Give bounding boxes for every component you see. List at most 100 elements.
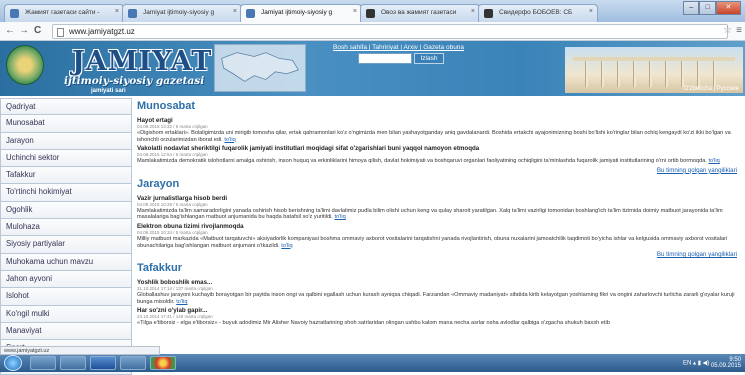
- article-item: Vakolatli nodavlat sheriktilgi fuqarolik…: [137, 145, 741, 165]
- site-logo-title[interactable]: JAMIYAT: [72, 46, 212, 77]
- clock[interactable]: 9:50 05.09.2015: [711, 357, 741, 369]
- article-body: Globallashuv jarayoni kuchayib borayotga…: [137, 292, 741, 305]
- sidebar-item-siyosiy-partiyalar[interactable]: Siyosiy partiyalar: [0, 236, 132, 254]
- article-text: «Tilga e'tiborsiz - elga e'tiborsiz» - b…: [137, 320, 610, 327]
- article-text: Mamlakatimizda demokratik islohotlarni a…: [137, 158, 707, 165]
- read-more-link[interactable]: to'liq: [281, 243, 292, 249]
- file-manager-icon[interactable]: [120, 356, 146, 370]
- forward-button[interactable]: →: [19, 25, 29, 37]
- search-input[interactable]: [358, 53, 412, 64]
- sidebar-item-tafakkur[interactable]: Tafakkur: [0, 167, 132, 185]
- sidebar-item-jarayon[interactable]: Jarayon: [0, 132, 132, 150]
- close-tab-icon[interactable]: ×: [233, 8, 237, 15]
- section-more-link[interactable]: Bu timning qolgan yangiliklari: [137, 167, 737, 174]
- language-indicator[interactable]: EN: [683, 361, 691, 367]
- close-window-icon[interactable]: ✕: [715, 1, 741, 15]
- read-more-link[interactable]: to'liq: [176, 299, 187, 305]
- tab-label: Jamiyat ijtimoiy-siyosiy g: [261, 9, 333, 16]
- windows-taskbar: EN ▴ ▮ ◀) 9:50 05.09.2015: [0, 354, 745, 372]
- browser-tab-active[interactable]: Jamiyat ijtimoiy-siyosiy g ×: [240, 4, 362, 22]
- section-title[interactable]: Munosabat: [137, 100, 741, 112]
- close-tab-icon[interactable]: ×: [589, 8, 593, 15]
- main-content: Munosabat Hayot ertagi 04.09.2015 13:32 …: [137, 98, 741, 354]
- article-body: Milliy matbuot markazida «Matbuot tarqat…: [137, 236, 741, 249]
- section-title[interactable]: Jarayon: [137, 178, 741, 190]
- system-tray: EN ▴ ▮ ◀) 9:50 05.09.2015: [683, 357, 741, 369]
- reload-button[interactable]: C: [34, 25, 41, 37]
- article-body: «Tilga e'tiborsiz - elga e'tiborsiz» - b…: [137, 320, 741, 327]
- address-bar[interactable]: www.jamiyatgzt.uz: [52, 24, 728, 39]
- building-column: [649, 61, 652, 87]
- sidebar-item-kongil-mulki[interactable]: Ko'ngil mulki: [0, 305, 132, 323]
- volume-icon[interactable]: ◀): [703, 361, 710, 367]
- browser-tab[interactable]: Jamiyat ijtimoiy-siyosiy g ×: [122, 4, 242, 22]
- favicon-icon: [246, 9, 255, 18]
- section-title[interactable]: Tafakkur: [137, 262, 741, 274]
- site-logo-subtitle: ijtimoiy-siyosiy gazetasi: [64, 75, 205, 87]
- maximize-icon[interactable]: □: [699, 1, 716, 15]
- sidebar-item-islohot[interactable]: Islohot: [0, 288, 132, 306]
- favicon-icon: [10, 9, 19, 18]
- sidebar-item-qadriyat[interactable]: Qadriyat: [0, 98, 132, 116]
- map-image: [214, 44, 306, 92]
- window-controls: – □ ✕: [683, 1, 741, 15]
- sidebar-item-mulohaza[interactable]: Mulohaza: [0, 219, 132, 237]
- media-player-icon[interactable]: [60, 356, 86, 370]
- menu-icon[interactable]: ≡: [736, 25, 742, 36]
- read-more-link[interactable]: to'liq: [334, 214, 345, 220]
- article-title[interactable]: Hayot ertagi: [137, 117, 741, 124]
- minimize-icon[interactable]: –: [683, 1, 700, 15]
- article-body: Mamlakatimizda demokratik islohotlarni a…: [137, 158, 741, 165]
- article-title[interactable]: Yoshlik boboshlik emas...: [137, 279, 741, 286]
- browser-toolbar: ← → C www.jamiyatgzt.uz ☆ ≡: [0, 22, 745, 41]
- article-item: Yoshlik boboshlik emas... 31.10.2014 17:…: [137, 279, 741, 305]
- article-text: Milliy matbuot markazida «Matbuot tarqat…: [137, 235, 728, 249]
- article-item: Har so'zni o'ylab gapir... 24.10.2014 17…: [137, 307, 741, 327]
- article-title[interactable]: Vakolatli nodavlat sheriktilgi fuqarolik…: [137, 145, 741, 152]
- close-tab-icon[interactable]: ×: [471, 8, 475, 15]
- tab-label: Овоз ва жамият газетаси: [381, 9, 457, 16]
- search-button[interactable]: Izlash: [414, 53, 444, 64]
- read-more-link[interactable]: to'liq: [224, 137, 235, 143]
- tab-label: Жамият газетаси сайти -: [25, 9, 100, 16]
- sidebar-menu: Qadriyat Munosabat Jarayon Uchinchi sekt…: [0, 98, 132, 375]
- language-switcher[interactable]: O'zbekcha | Русские: [684, 86, 739, 92]
- close-tab-icon[interactable]: ×: [353, 8, 357, 15]
- favicon-icon: [128, 9, 137, 18]
- article-item: Hayot ertagi 04.09.2015 13:32 / 6 marta …: [137, 117, 741, 143]
- browser-tab[interactable]: Свидерфо БОБОЕВ: СБ ×: [478, 4, 598, 22]
- page-icon: [57, 28, 64, 37]
- building-column: [601, 61, 604, 87]
- sidebar-item-manaviyat[interactable]: Manaviyat: [0, 322, 132, 341]
- browser-tab[interactable]: Овоз ва жамият газетаси ×: [360, 4, 480, 22]
- tab-label: Свидерфо БОБОЕВ: СБ: [499, 9, 573, 16]
- building-column: [697, 61, 700, 87]
- article-title[interactable]: Har so'zni o'ylab gapir...: [137, 307, 741, 314]
- explorer-icon[interactable]: [30, 356, 56, 370]
- network-icon[interactable]: ▴ ▮: [693, 361, 701, 367]
- article-text: Globallashuv jarayoni kuchayib borayotga…: [137, 292, 735, 305]
- building-column: [633, 61, 636, 87]
- favicon-icon: [366, 9, 375, 18]
- close-tab-icon[interactable]: ×: [115, 8, 119, 15]
- word-icon[interactable]: [90, 356, 116, 370]
- browser-tab[interactable]: Жамият газетаси сайти - ×: [4, 4, 124, 22]
- read-more-link[interactable]: to'liq: [708, 158, 719, 164]
- sidebar-item-muhokama[interactable]: Muhokama uchun mavzu: [0, 253, 132, 271]
- start-button-icon[interactable]: [4, 355, 22, 371]
- back-button[interactable]: ←: [5, 25, 15, 37]
- article-title[interactable]: Vazir jurnalistlarga hisob berdi: [137, 195, 741, 202]
- section-more-link[interactable]: Bu timning qolgan yangiliklari: [137, 251, 737, 258]
- sidebar-item-munosabat[interactable]: Munosabat: [0, 115, 132, 133]
- favicon-icon: [484, 9, 493, 18]
- sidebar-item-ogohlik[interactable]: Ogohlik: [0, 201, 132, 220]
- sidebar-item-tortinchi-hokimiyat[interactable]: To'rtinchi hokimiyat: [0, 184, 132, 202]
- top-navigation[interactable]: Bosh sahifa | Tahririyat | Arxiv | Gazet…: [333, 44, 464, 51]
- article-body: «Digishom ertaklari». Bolaligimizda uni …: [137, 130, 741, 143]
- sidebar-item-uchinchi-sektor[interactable]: Uchinchi sektor: [0, 149, 132, 168]
- article-body: Mamlakatimizda ta'lim samaradorligini ya…: [137, 208, 741, 221]
- bookmark-star-icon[interactable]: ☆: [723, 25, 732, 36]
- article-title[interactable]: Elektron obuna tizimi rivojlanmoqda: [137, 223, 741, 230]
- sidebar-item-jahon-ayvoni[interactable]: Jahon ayvoni: [0, 270, 132, 289]
- chrome-icon[interactable]: [150, 356, 176, 370]
